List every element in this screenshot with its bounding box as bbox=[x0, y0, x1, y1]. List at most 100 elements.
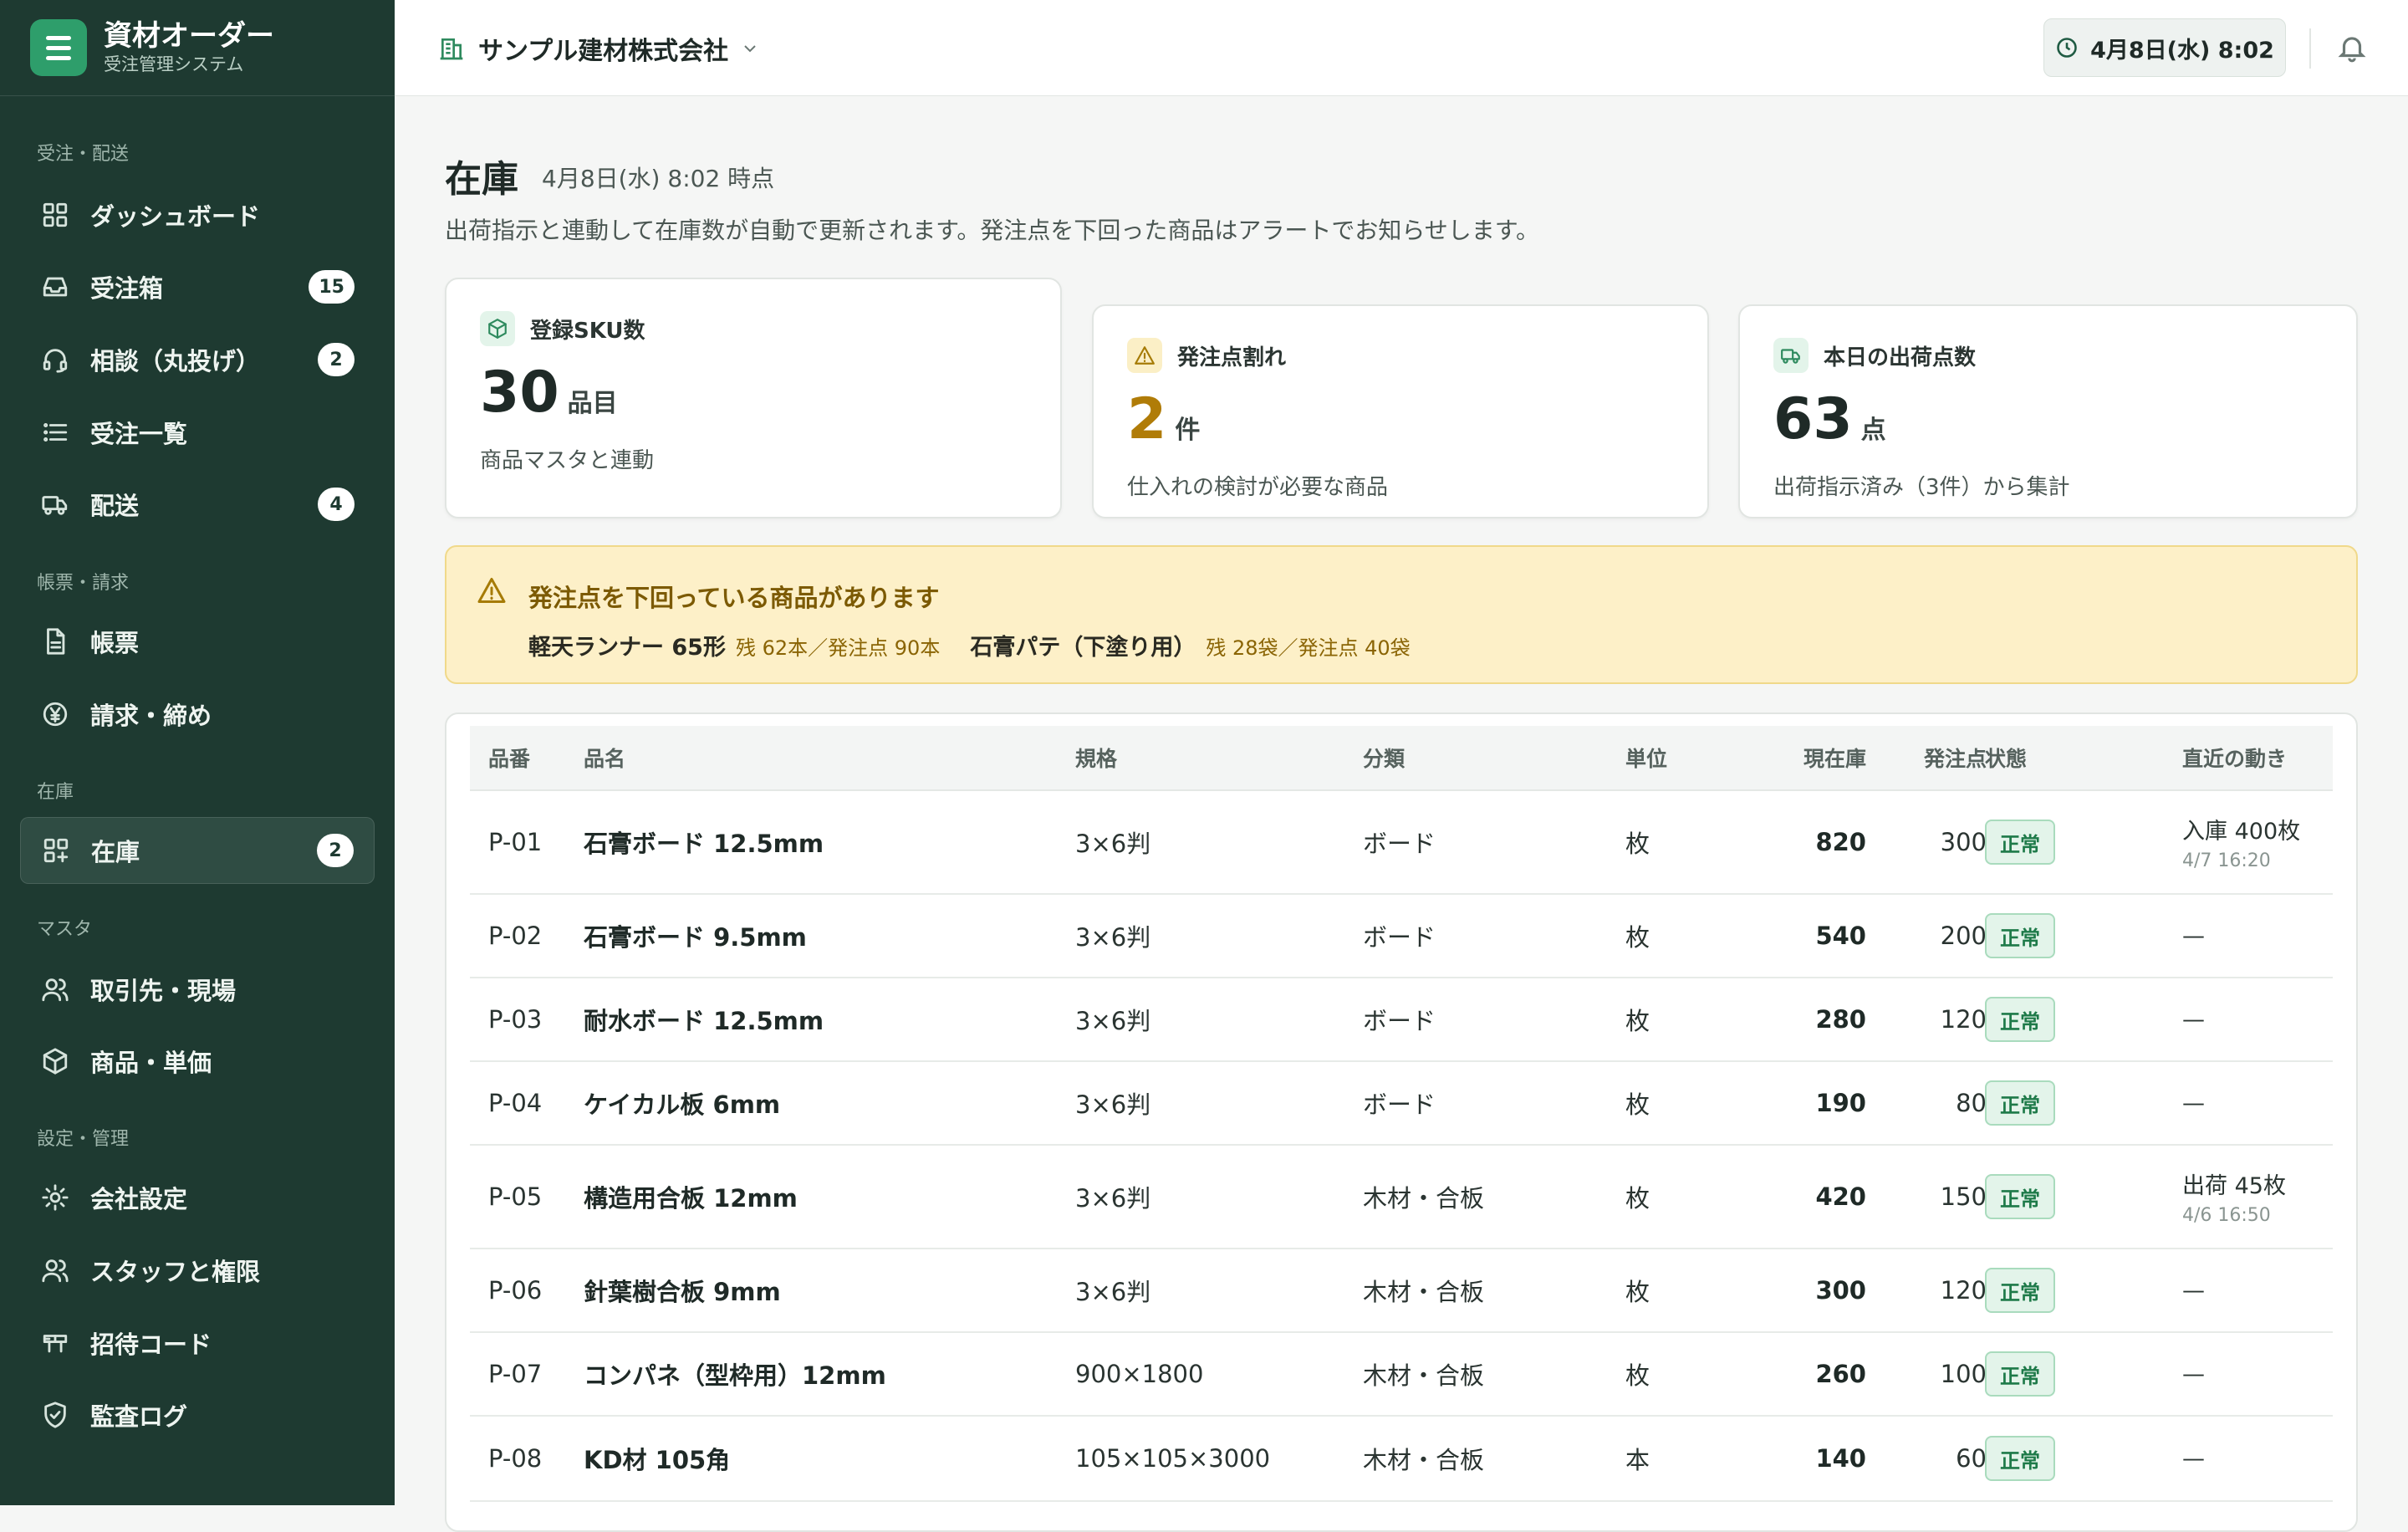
count-badge: 15 bbox=[309, 270, 355, 304]
status-badge: 正常 bbox=[1985, 1174, 2055, 1219]
cell-status: 正常 bbox=[1985, 895, 2055, 977]
table-row[interactable]: P-06 針葉樹合板 9mm 3×6判 木材・合板 枚 300 120 正常 — bbox=[470, 1249, 2333, 1333]
alert-title: 発注点を下回っている商品があります bbox=[528, 584, 940, 612]
page-timestamp: 4月8日(水) 8:02 時点 bbox=[542, 165, 775, 192]
brand-title: 資材オーダー bbox=[104, 19, 274, 53]
movement-text: — bbox=[2182, 1090, 2205, 1116]
sidebar-item-consult[interactable]: 相談（丸投げ） 2 bbox=[20, 326, 375, 393]
table-row[interactable]: P-04 ケイカル板 6mm 3×6判 ボード 枚 190 80 正常 — bbox=[470, 1062, 2333, 1146]
cell-stock: 420 bbox=[1815, 1182, 1866, 1211]
truck-icon bbox=[40, 489, 70, 519]
sidebar-item-label: スタッフと権限 bbox=[90, 1258, 261, 1286]
col-header-spec[interactable]: 規格 bbox=[1075, 726, 1117, 789]
alert-item-name[interactable]: 石膏パテ（下塗り用） bbox=[970, 629, 1196, 661]
cell-stock: 140 bbox=[1815, 1444, 1866, 1473]
cell-status: 正常 bbox=[1985, 1146, 2055, 1248]
brand-subtitle: 受注管理システム bbox=[104, 54, 244, 74]
ticket-icon bbox=[40, 1328, 70, 1358]
table-row[interactable]: P-05 構造用合板 12mm 3×6判 木材・合板 枚 420 150 正常 出荷 45枚 4/… bbox=[470, 1146, 2333, 1249]
col-header-movement[interactable]: 直近の動き bbox=[2182, 726, 2287, 789]
kpi-label: 発注点割れ bbox=[1177, 345, 1287, 370]
kpi-value: 63 bbox=[1773, 386, 1853, 452]
cell-status: 正常 bbox=[1985, 1062, 2055, 1144]
reorder-alert: 発注点を下回っている商品があります 軽天ランナー 65形 残 62本／発注点 9… bbox=[445, 545, 2358, 684]
cell-code: P-08 bbox=[488, 1444, 543, 1473]
col-header-category[interactable]: 分類 bbox=[1363, 726, 1405, 789]
nav-section-documents: 帳票・請求 bbox=[37, 573, 130, 594]
col-header-stock[interactable]: 現在庫 bbox=[1741, 726, 1866, 789]
status-badge: 正常 bbox=[1985, 1268, 2055, 1313]
table-row[interactable]: P-07 コンパネ（型枠用）12mm 900×1800 木材・合板 枚 260 100 正常 — bbox=[470, 1333, 2333, 1417]
cell-reorder: 120 bbox=[1940, 1276, 1987, 1305]
list-icon bbox=[40, 417, 70, 447]
cell-movement: — bbox=[2182, 1333, 2205, 1415]
nav-section-settings: 設定・管理 bbox=[37, 1129, 130, 1150]
cell-movement: — bbox=[2182, 1249, 2205, 1331]
cell-status: 正常 bbox=[1985, 1249, 2055, 1331]
cell-name: 石膏ボード 9.5mm bbox=[584, 923, 807, 952]
kpi-unit: 件 bbox=[1175, 416, 1201, 445]
cell-code: P-01 bbox=[488, 828, 543, 856]
count-badge: 2 bbox=[318, 343, 355, 376]
cell-spec: 3×6判 bbox=[1075, 1278, 1151, 1306]
col-header-name[interactable]: 品名 bbox=[584, 726, 625, 789]
company-selector[interactable]: サンプル建材株式会社 bbox=[438, 28, 760, 69]
col-header-reorder[interactable]: 発注点 bbox=[1875, 726, 1987, 789]
sidebar-item-company-settings[interactable]: 会社設定 bbox=[20, 1164, 375, 1231]
kpi-note: 商品マスタと連動 bbox=[480, 448, 655, 473]
notification-button[interactable] bbox=[2336, 32, 2370, 65]
sidebar-item-audit-log[interactable]: 監査ログ bbox=[20, 1381, 375, 1448]
col-header-code[interactable]: 品番 bbox=[488, 726, 530, 789]
sidebar-item-inventory[interactable]: 在庫 2 bbox=[20, 817, 375, 884]
sidebar-item-delivery[interactable]: 配送 4 bbox=[20, 471, 375, 538]
status-badge: 正常 bbox=[1985, 820, 2055, 865]
sidebar-item-dashboard[interactable]: ダッシュボード bbox=[20, 181, 375, 248]
menu-icon[interactable] bbox=[30, 19, 87, 76]
sidebar-item-label: 在庫 bbox=[91, 838, 140, 866]
status-badge: 正常 bbox=[1985, 1351, 2055, 1397]
alert-item-detail: 残 62本／発注点 90本 bbox=[735, 636, 941, 660]
cell-name: 石膏ボード 12.5mm bbox=[584, 830, 824, 858]
col-header-unit[interactable]: 単位 bbox=[1625, 726, 1667, 789]
cell-movement: — bbox=[2182, 978, 2205, 1060]
col-header-status[interactable]: 状態 bbox=[1985, 726, 2027, 789]
table-row[interactable]: P-01 石膏ボード 12.5mm 3×6判 ボード 枚 820 300 正常 入庫 400枚 4… bbox=[470, 791, 2333, 895]
cell-movement: — bbox=[2182, 895, 2205, 977]
sidebar-item-documents[interactable]: 帳票 bbox=[20, 608, 375, 675]
sidebar-item-label: 受注箱 bbox=[90, 274, 164, 303]
kpi-card-shipments: 本日の出荷点数 63 点 出荷指示済み（3件）から集計 bbox=[1738, 304, 2358, 518]
cell-category: 木材・合板 bbox=[1363, 1446, 1485, 1474]
status-badge: 正常 bbox=[1985, 913, 2055, 958]
cell-unit: 枚 bbox=[1625, 830, 1650, 858]
warning-icon bbox=[477, 575, 508, 607]
users-icon bbox=[40, 974, 70, 1004]
kpi-value: 30 bbox=[480, 360, 559, 426]
brand[interactable]: 資材オーダー 受注管理システム bbox=[0, 0, 395, 96]
nav-section-master: マスタ bbox=[37, 919, 93, 940]
sidebar-item-invite-codes[interactable]: 招待コード bbox=[20, 1310, 375, 1376]
sidebar-item-inbox[interactable]: 受注箱 15 bbox=[20, 253, 375, 320]
table-row[interactable]: P-03 耐水ボード 12.5mm 3×6判 ボード 枚 280 120 正常 — bbox=[470, 978, 2333, 1062]
inbox-icon bbox=[40, 272, 70, 302]
table-row[interactable]: P-08 KD材 105角 105×105×3000 木材・合板 本 140 60 正常 — bbox=[470, 1417, 2333, 1502]
movement-text: — bbox=[2182, 1277, 2205, 1304]
sidebar-item-clients[interactable]: 取引先・現場 bbox=[20, 956, 375, 1023]
sidebar-item-order-list[interactable]: 受注一覧 bbox=[20, 399, 375, 466]
cell-reorder: 100 bbox=[1940, 1360, 1987, 1388]
kpi-note: 仕入れの検討が必要な商品 bbox=[1127, 475, 1389, 500]
count-badge: 4 bbox=[318, 488, 355, 521]
cell-spec: 3×6判 bbox=[1075, 1184, 1151, 1213]
sidebar-item-billing[interactable]: 請求・締め bbox=[20, 681, 375, 748]
sidebar-item-staff[interactable]: スタッフと権限 bbox=[20, 1237, 375, 1304]
cell-stock: 190 bbox=[1815, 1089, 1866, 1117]
alert-item-name[interactable]: 軽天ランナー 65形 bbox=[528, 629, 726, 661]
movement-text: — bbox=[2182, 1361, 2205, 1387]
cell-code: P-03 bbox=[488, 1005, 543, 1034]
cell-stock: 280 bbox=[1815, 1005, 1866, 1034]
header-divider bbox=[2309, 28, 2311, 69]
table-row[interactable]: P-02 石膏ボード 9.5mm 3×6判 ボード 枚 540 200 正常 — bbox=[470, 895, 2333, 978]
sidebar-item-label: 商品・単価 bbox=[90, 1049, 212, 1077]
page-title: 在庫 bbox=[445, 158, 518, 201]
cell-reorder: 80 bbox=[1956, 1089, 1987, 1117]
sidebar-item-products[interactable]: 商品・単価 bbox=[20, 1028, 375, 1095]
